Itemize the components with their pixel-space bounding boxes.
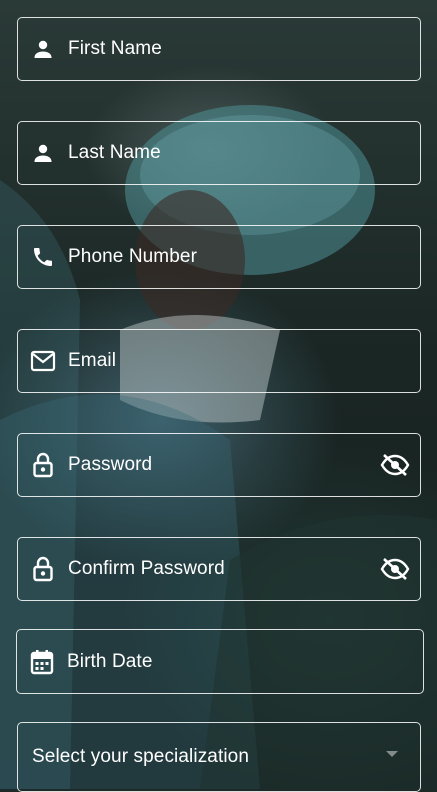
specialization-placeholder: Select your specialization (32, 746, 249, 767)
last-name-label: Last Name (68, 142, 161, 163)
email-label: Email (68, 350, 117, 371)
phone-number-label: Phone Number (68, 246, 197, 267)
person-icon (30, 36, 56, 62)
specialization-select[interactable]: Select your specialization (17, 722, 421, 792)
eye-off-icon[interactable] (380, 450, 410, 480)
confirm-password-field[interactable]: Confirm Password (17, 537, 421, 601)
mail-icon (30, 348, 56, 374)
password-label: Password (68, 454, 153, 475)
password-field[interactable]: Password (17, 433, 421, 497)
first-name-label: First Name (68, 38, 162, 59)
phone-number-field[interactable]: Phone Number (17, 225, 421, 289)
phone-icon (30, 244, 56, 270)
last-name-field[interactable]: Last Name (17, 121, 421, 185)
email-field[interactable]: Email (17, 329, 421, 393)
eye-off-icon[interactable] (380, 554, 410, 584)
confirm-password-label: Confirm Password (68, 558, 225, 579)
calendar-icon (29, 649, 55, 675)
first-name-field[interactable]: First Name (17, 17, 421, 81)
lock-icon (30, 452, 56, 478)
lock-icon (30, 556, 56, 582)
birth-date-label: Birth Date (67, 650, 153, 672)
person-icon (30, 140, 56, 166)
birth-date-field[interactable]: Birth Date (16, 629, 424, 694)
dropdown-arrow-icon (386, 751, 398, 757)
